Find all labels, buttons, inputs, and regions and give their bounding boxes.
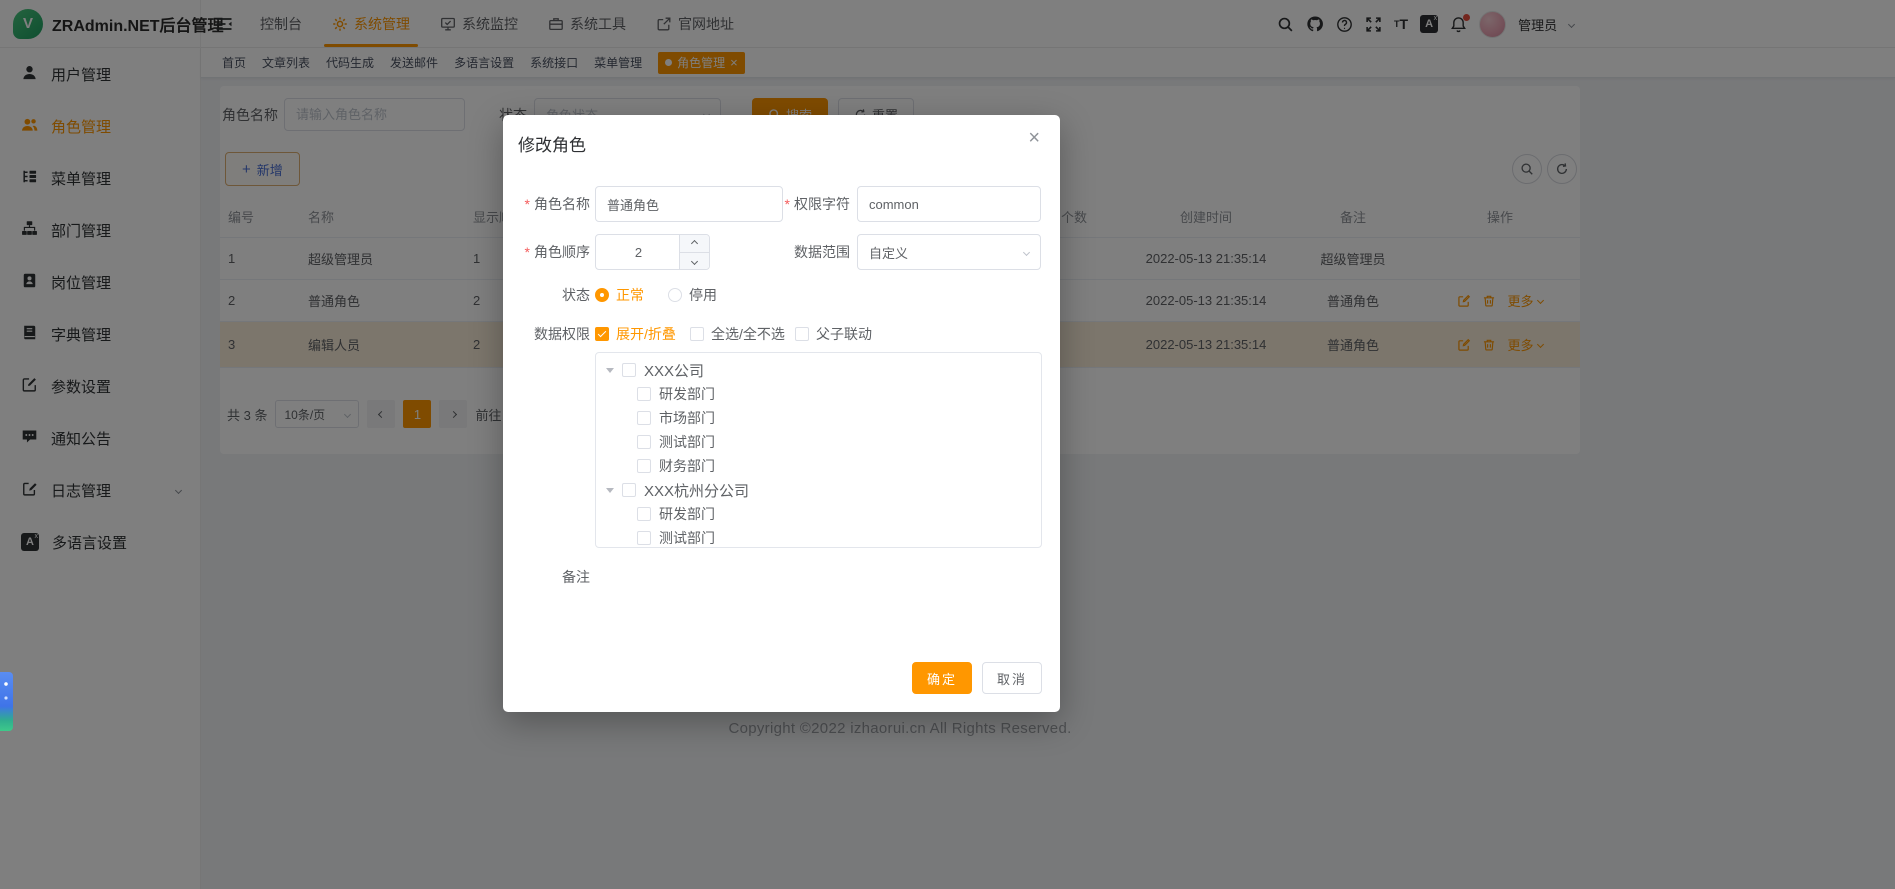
tree-node-branch-company[interactable]: XXX杭州分公司 — [596, 478, 1041, 502]
checkbox-unchecked-icon[interactable] — [637, 435, 651, 449]
role-order-field-label: 角色顺序 — [503, 234, 590, 270]
close-icon[interactable]: × — [1028, 128, 1040, 148]
chevron-up-icon — [691, 240, 698, 247]
tree-node-dept[interactable]: 测试部门 — [596, 526, 1041, 548]
select-all-checkbox[interactable]: 全选/全不选 — [690, 322, 785, 346]
checkbox-unchecked-icon — [690, 327, 704, 341]
radio-label: 停用 — [689, 285, 717, 305]
radio-label: 正常 — [616, 285, 644, 305]
parent-child-link-checkbox[interactable]: 父子联动 — [795, 322, 872, 346]
permission-tree: XXX公司 研发部门 市场部门 测试部门 财务部门 XXX杭州分公司 — [595, 352, 1042, 548]
tree-node-dept[interactable]: 研发部门 — [596, 502, 1041, 526]
radio-selected-icon — [595, 288, 609, 302]
tree-node-label[interactable]: XXX杭州分公司 — [644, 480, 749, 501]
checkbox-checked-icon — [595, 327, 609, 341]
checkbox-unchecked-icon[interactable] — [622, 483, 636, 497]
tree-node-dept[interactable]: 研发部门 — [596, 382, 1041, 406]
tree-node-label[interactable]: XXX公司 — [644, 360, 704, 381]
tree-node-label[interactable]: 市场部门 — [659, 408, 715, 428]
expand-collapse-checkbox[interactable]: 展开/折叠 — [595, 322, 676, 346]
tree-node-company[interactable]: XXX公司 — [596, 358, 1041, 382]
checkbox-unchecked-icon[interactable] — [637, 387, 651, 401]
checkbox-unchecked-icon[interactable] — [637, 459, 651, 473]
role-order-stepper — [595, 234, 710, 270]
dialog-row-name-perm: 角色名称 权限字符 — [503, 186, 1060, 222]
dialog-row-data-perms: 数据权限 展开/折叠 全选/全不选 父子联动 — [503, 322, 1060, 346]
stepper-decrease-button[interactable] — [679, 252, 709, 269]
checkbox-label: 全选/全不选 — [711, 324, 785, 344]
perm-string-field-label: 权限字符 — [763, 186, 850, 222]
tree-node-dept[interactable]: 市场部门 — [596, 406, 1041, 430]
checkbox-unchecked-icon[interactable] — [622, 363, 636, 377]
tree-node-label[interactable]: 财务部门 — [659, 456, 715, 476]
status-radio-group: 正常 停用 — [595, 283, 717, 307]
floating-widget[interactable] — [0, 672, 13, 731]
dialog-row-order-scope: 角色顺序 数据范围 自定义 — [503, 234, 1060, 270]
checkbox-unchecked-icon[interactable] — [637, 531, 651, 545]
checkbox-label: 展开/折叠 — [616, 324, 676, 344]
checkbox-unchecked-icon[interactable] — [637, 411, 651, 425]
confirm-button[interactable]: 确定 — [912, 662, 972, 694]
dialog-title: 修改角色 — [518, 131, 586, 156]
stepper-increase-button[interactable] — [679, 235, 709, 252]
tree-caret-icon[interactable] — [606, 368, 614, 373]
data-perms-field-label: 数据权限 — [503, 322, 590, 346]
tree-caret-icon[interactable] — [606, 488, 614, 493]
app-window: V ZRAdmin.NET后台管理 控制台 系统管理 系统监控 系统工具 — [0, 0, 1895, 889]
edit-role-dialog: 修改角色 × 角色名称 权限字符 角色顺序 数据范围 自定义 状态 — [503, 115, 1060, 712]
cancel-button[interactable]: 取消 — [982, 662, 1042, 694]
dialog-row-remark: 备注 — [503, 562, 1060, 610]
data-scope-field-label: 数据范围 — [763, 234, 850, 270]
chevron-down-icon — [691, 257, 698, 264]
tree-node-label[interactable]: 测试部门 — [659, 528, 715, 548]
tree-node-dept[interactable]: 测试部门 — [596, 430, 1041, 454]
status-radio-normal[interactable]: 正常 — [595, 285, 644, 305]
tree-node-label[interactable]: 测试部门 — [659, 432, 715, 452]
data-scope-value: 自定义 — [869, 243, 908, 262]
tree-node-label[interactable]: 研发部门 — [659, 384, 715, 404]
role-name-field[interactable] — [595, 186, 783, 222]
perm-string-field[interactable] — [857, 186, 1041, 222]
checkbox-unchecked-icon — [795, 327, 809, 341]
checkbox-unchecked-icon[interactable] — [637, 507, 651, 521]
dialog-footer: 确定 取消 — [912, 662, 1042, 694]
tree-node-label[interactable]: 研发部门 — [659, 504, 715, 524]
radio-unselected-icon — [668, 288, 682, 302]
dialog-row-status: 状态 正常 停用 — [503, 283, 1060, 307]
tree-node-dept[interactable]: 财务部门 — [596, 454, 1041, 478]
status-field-label: 状态 — [503, 283, 590, 307]
data-scope-select[interactable]: 自定义 — [857, 234, 1041, 270]
status-radio-disabled[interactable]: 停用 — [668, 285, 717, 305]
remark-field-label: 备注 — [503, 562, 590, 592]
checkbox-label: 父子联动 — [816, 324, 872, 344]
chevron-down-icon — [1023, 248, 1030, 255]
role-name-field-label: 角色名称 — [503, 186, 590, 222]
